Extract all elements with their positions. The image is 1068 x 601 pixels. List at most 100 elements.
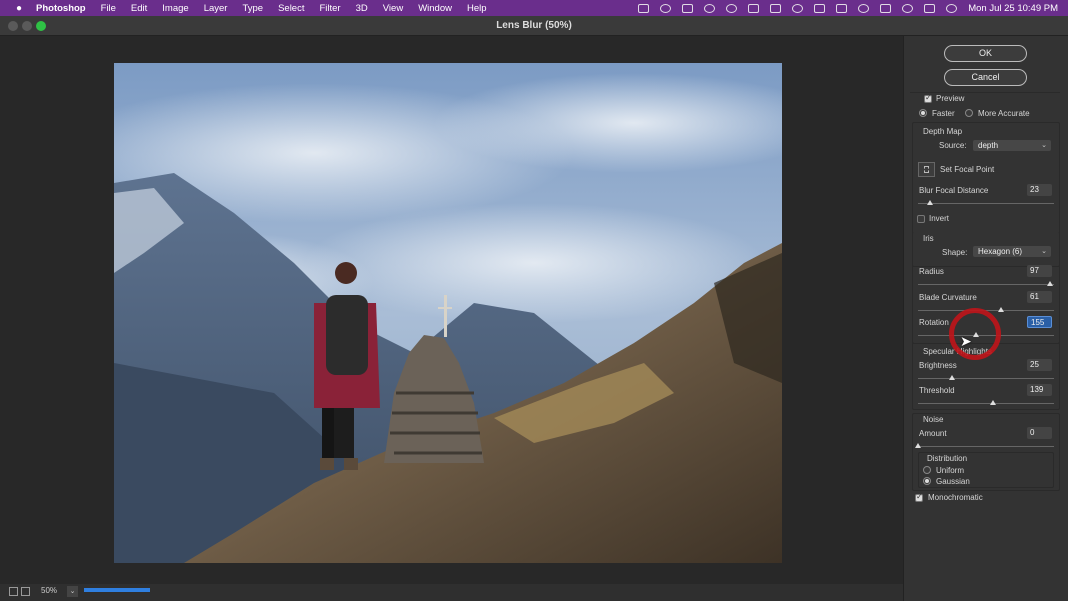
progress-fill — [84, 588, 150, 592]
menu-app-name[interactable]: Photoshop — [36, 3, 86, 14]
faster-radio[interactable] — [919, 109, 927, 117]
radius-slider-handle[interactable] — [1046, 281, 1053, 286]
blade-curvature-field[interactable]: 61 — [1027, 291, 1052, 303]
monochromatic-checkbox[interactable] — [915, 492, 923, 502]
menu-edit[interactable]: Edit — [131, 3, 147, 14]
status-bar: 50% ⌄ — [0, 584, 903, 601]
blur-focal-distance-field[interactable]: 23 — [1027, 184, 1052, 196]
rotation-label: Rotation — [919, 318, 949, 327]
source-select[interactable]: depth ⌄ — [973, 140, 1051, 151]
globe-icon[interactable] — [704, 3, 716, 13]
menu-layer[interactable]: Layer — [204, 3, 228, 14]
menu-window[interactable]: Window — [418, 3, 452, 14]
noise-heading: Noise — [923, 415, 944, 424]
chevron-down-icon: ⌄ — [1041, 142, 1047, 149]
preview-checkbox[interactable] — [924, 93, 932, 103]
signal-icon[interactable] — [792, 3, 804, 13]
uniform-label: Uniform — [936, 466, 965, 475]
siri-icon[interactable] — [946, 3, 958, 13]
source-label: Source: — [939, 141, 967, 150]
more-accurate-radio[interactable] — [965, 109, 973, 117]
panels-icon[interactable] — [814, 3, 826, 13]
menu-file[interactable]: File — [101, 3, 116, 14]
radius-track[interactable] — [918, 284, 1054, 285]
amount-slider-handle[interactable] — [915, 443, 921, 448]
uniform-radio[interactable] — [923, 466, 931, 474]
blur-focal-distance-track[interactable] — [918, 203, 1054, 204]
cancel-button[interactable]: Cancel — [944, 69, 1027, 86]
amount-track[interactable] — [918, 446, 1054, 447]
status-icons: Mon Jul 25 10:49 PM — [638, 0, 1058, 16]
mouse-cursor-icon: ➤ — [960, 333, 972, 349]
gaussian-label: Gaussian — [936, 477, 970, 486]
threshold-field[interactable]: 139 — [1027, 384, 1052, 396]
menu-filter[interactable]: Filter — [319, 3, 340, 14]
threshold-track[interactable] — [918, 403, 1054, 404]
preview-label: Preview — [936, 94, 965, 103]
dropbox-icon[interactable] — [682, 3, 694, 13]
window-title: Lens Blur (50%) — [496, 20, 572, 31]
airplay-icon[interactable] — [748, 3, 760, 13]
preview-canvas[interactable] — [0, 36, 903, 584]
keyboard-icon[interactable] — [880, 3, 892, 13]
shape-value: Hexagon (6) — [978, 247, 1023, 256]
menu-3d[interactable]: 3D — [356, 3, 368, 14]
search-icon[interactable] — [902, 3, 914, 13]
preview-image[interactable] — [114, 63, 782, 563]
blade-curvature-slider-handle[interactable] — [997, 307, 1004, 312]
sync-icon[interactable] — [726, 3, 738, 13]
creative-cloud-icon[interactable] — [660, 3, 672, 13]
faster-label: Faster — [932, 109, 955, 118]
set-focal-point-label[interactable]: Set Focal Point — [940, 165, 994, 174]
amount-label: Amount — [919, 429, 947, 438]
invert-checkbox[interactable] — [917, 215, 925, 223]
brightness-field[interactable]: 25 — [1027, 359, 1052, 371]
blur-focal-distance-slider-handle[interactable] — [927, 200, 934, 205]
more-accurate-label: More Accurate — [978, 109, 1030, 118]
blur-focal-distance-label: Blur Focal Distance — [919, 186, 989, 195]
menu-select[interactable]: Select — [278, 3, 304, 14]
bookmark-icon[interactable] — [770, 3, 782, 13]
menu-help[interactable]: Help — [467, 3, 487, 14]
bluetooth-icon[interactable] — [836, 3, 848, 13]
zoom-dropdown-chevron-icon[interactable]: ⌄ — [67, 586, 78, 597]
progress-track — [84, 588, 384, 592]
menu-type[interactable]: Type — [242, 3, 263, 14]
invert-label: Invert — [929, 214, 950, 223]
threshold-label: Threshold — [919, 386, 955, 395]
threshold-slider-handle[interactable] — [989, 400, 996, 405]
apple-icon[interactable]: ● — [12, 3, 26, 14]
zoom-out-icon[interactable] — [9, 587, 18, 596]
brightness-slider-handle[interactable] — [949, 375, 955, 380]
divider — [910, 92, 1060, 93]
brightness-track[interactable] — [918, 378, 1054, 379]
focal-point-crosshair-icon[interactable] — [918, 162, 935, 177]
iris-heading: Iris — [923, 234, 934, 243]
window-title-bar: Lens Blur (50%) — [0, 16, 1068, 36]
blade-curvature-label: Blade Curvature — [919, 293, 977, 302]
gaussian-radio[interactable] — [923, 477, 931, 485]
menu-view[interactable]: View — [383, 3, 403, 14]
amount-field[interactable]: 0 — [1027, 427, 1052, 439]
monochromatic-label: Monochromatic — [928, 493, 983, 502]
distribution-heading: Distribution — [927, 454, 968, 463]
shape-select[interactable]: Hexagon (6) ⌄ — [973, 246, 1051, 257]
shape-label: Shape: — [942, 248, 968, 257]
ok-button[interactable]: OK — [944, 45, 1027, 62]
chevron-down-icon: ⌄ — [1041, 248, 1047, 255]
menubar-clock[interactable]: Mon Jul 25 10:49 PM — [968, 3, 1058, 14]
radius-label: Radius — [919, 267, 944, 276]
click-highlight-ring — [949, 308, 1001, 360]
radius-field[interactable]: 97 — [1027, 265, 1052, 277]
brightness-label: Brightness — [919, 361, 957, 370]
control-center-icon[interactable] — [924, 3, 936, 13]
wifi-icon[interactable] — [858, 3, 870, 13]
menu-bar: ● Photoshop File Edit Image Layer Type S… — [0, 0, 1068, 16]
source-value: depth — [978, 141, 999, 150]
rotation-field[interactable]: 155 — [1027, 316, 1052, 328]
video-icon[interactable] — [638, 3, 650, 13]
zoom-in-icon[interactable] — [21, 587, 30, 596]
menu-image[interactable]: Image — [162, 3, 188, 14]
zoom-level: 50% — [41, 586, 58, 595]
depth-map-heading: Depth Map — [923, 127, 963, 136]
